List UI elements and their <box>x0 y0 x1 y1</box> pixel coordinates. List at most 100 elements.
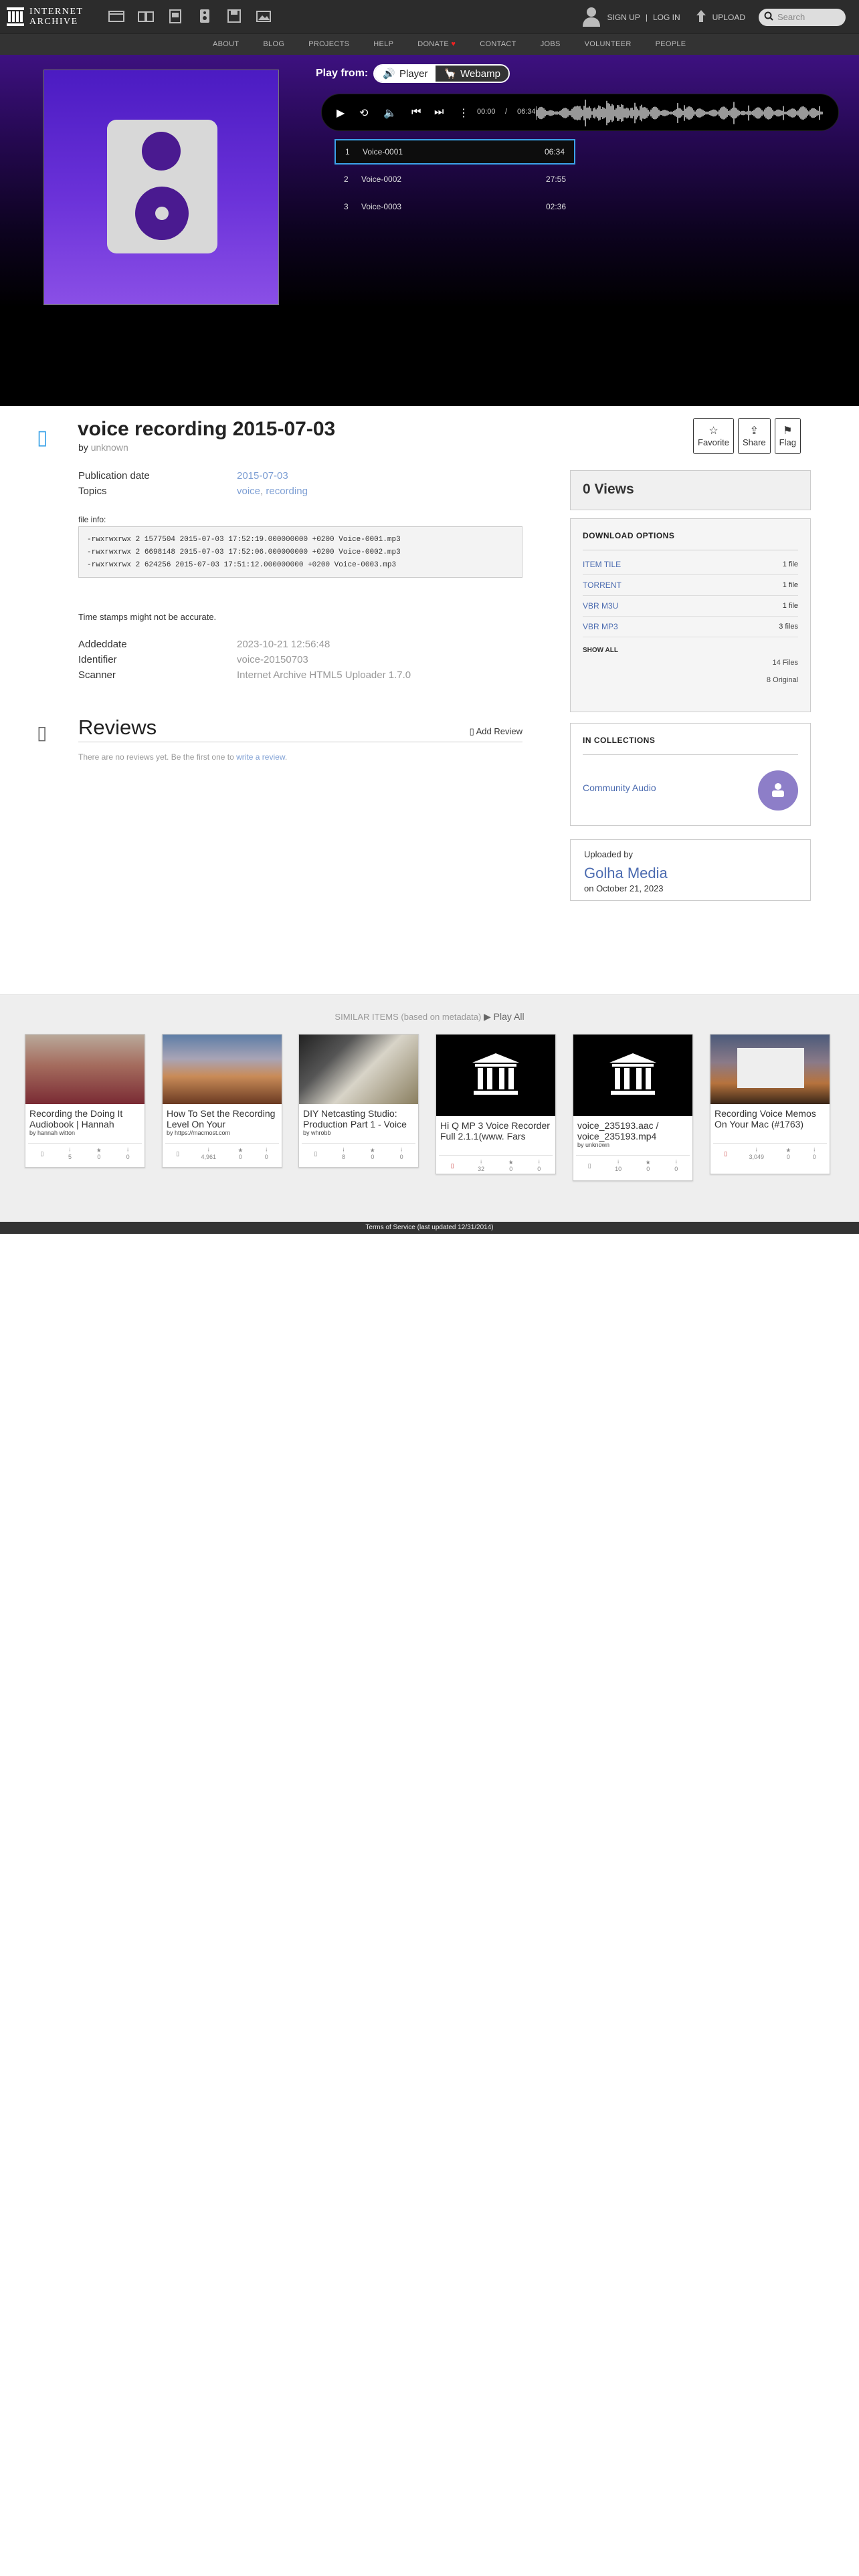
topic-link-recording[interactable]: recording <box>266 486 308 497</box>
audio-type-icon: ▯ <box>37 427 48 449</box>
flag-button[interactable]: ⚑ Flag <box>774 418 801 454</box>
player-toggle[interactable]: 🔊 Player 🦙 Webamp <box>373 64 510 83</box>
reviews-icon: ⁞ <box>675 1158 677 1166</box>
similar-item-title[interactable]: DIY Netcasting Studio: Production Part 1… <box>299 1104 418 1130</box>
playlist-track[interactable]: 3 Voice-0003 02:36 <box>335 194 575 219</box>
track-number: 1 <box>345 147 350 156</box>
download-vbr-mp3[interactable]: VBR MP3 <box>583 622 618 631</box>
audio-type-icon: ▯ <box>450 1162 454 1169</box>
nav-projects[interactable]: PROJECTS <box>296 40 361 48</box>
collection-thumbnail[interactable] <box>758 770 798 811</box>
views-icon: ⁞ <box>755 1146 757 1154</box>
nav-blog[interactable]: BLOG <box>251 40 296 48</box>
flag-label: Flag <box>779 437 796 447</box>
logo-line-1: INTERNET <box>29 7 84 17</box>
views-stat: ⁞ 5 <box>68 1147 72 1160</box>
audio-type-icon: ▯ <box>176 1150 180 1157</box>
uploader-link[interactable]: Golha Media <box>584 865 797 882</box>
similar-item-title[interactable]: Recording the Doing It Audiobook | Hanna… <box>25 1104 145 1130</box>
nav-jobs[interactable]: JOBS <box>529 40 573 48</box>
nav-people[interactable]: PEOPLE <box>644 40 698 48</box>
similar-item-title[interactable]: Recording Voice Memos On Your Mac (#1763… <box>710 1104 830 1130</box>
play-icon[interactable]: ▶ <box>337 106 345 120</box>
login-link[interactable]: LOG IN <box>653 13 680 22</box>
similar-item-tile[interactable]: Recording Voice Memos On Your Mac (#1763… <box>710 1034 830 1174</box>
similar-item-title[interactable]: Hi Q MP 3 Voice Recorder Full 2.1.1(www.… <box>436 1116 555 1142</box>
repeat-icon[interactable]: ⟲ <box>359 106 368 120</box>
add-review-link[interactable]: ▯ Add Review <box>470 726 522 737</box>
total-files: 14 Files <box>772 659 798 667</box>
internet-archive-logo[interactable]: INTERNET ARCHIVE <box>7 4 100 29</box>
nav-contact[interactable]: CONTACT <box>468 40 528 48</box>
pubdate-link[interactable]: 2015-07-03 <box>237 470 288 481</box>
reviews-heading: Reviews <box>78 716 157 739</box>
playlist-track[interactable]: 2 Voice-0002 27:55 <box>335 167 575 192</box>
nav-help[interactable]: HELP <box>361 40 405 48</box>
by-label: by <box>78 442 88 453</box>
download-vbr-m3u[interactable]: VBR M3U <box>583 601 618 611</box>
upload-icon[interactable] <box>695 9 707 25</box>
track-name: Voice-0002 <box>361 175 402 184</box>
signup-link[interactable]: SIGN UP <box>607 13 640 22</box>
archive-building-icon <box>7 7 24 26</box>
favorites-count: 0 <box>786 1153 790 1160</box>
download-options: DOWNLOAD OPTIONS ITEM TILE 1 file TORRENT… <box>570 518 811 712</box>
reviews-stat: ⁞ 0 <box>265 1147 268 1160</box>
search-input[interactable]: Search <box>759 8 846 26</box>
similar-item-tile[interactable]: Hi Q MP 3 Voice Recorder Full 2.1.1(www.… <box>436 1034 556 1174</box>
secondary-navigation: ABOUT BLOG PROJECTS HELP DONATE ♥ CONTAC… <box>0 33 859 55</box>
download-torrent[interactable]: TORRENT <box>583 580 622 590</box>
player-option[interactable]: 🔊 Player <box>375 66 436 82</box>
audio-icon[interactable] <box>195 7 214 25</box>
similar-item-tile[interactable]: How To Set the Recording Level On Your by… <box>162 1034 282 1168</box>
play-all-button[interactable]: ▶ Play All <box>484 1011 524 1022</box>
track-duration: 27:55 <box>545 175 566 184</box>
video-icon[interactable] <box>166 7 185 25</box>
track-name: Voice-0003 <box>361 202 402 211</box>
volume-icon[interactable]: 🔈 <box>383 106 397 120</box>
show-all-link[interactable]: SHOW ALL <box>583 647 798 654</box>
addeddate-label: Addeddate <box>78 639 127 650</box>
next-track-icon[interactable]: ⏭ <box>434 106 444 118</box>
download-item-tile[interactable]: ITEM TILE <box>583 560 621 569</box>
images-icon[interactable] <box>254 7 273 25</box>
webamp-option[interactable]: 🦙 Webamp <box>436 66 508 82</box>
nav-volunteer[interactable]: VOLUNTEER <box>573 40 644 48</box>
favorite-button[interactable]: ☆ Favorite <box>693 418 734 454</box>
upload-link[interactable]: UPLOAD <box>712 13 745 22</box>
download-count: 3 files <box>779 623 798 631</box>
web-icon[interactable] <box>107 7 126 25</box>
views-icon: ⁞ <box>69 1146 71 1154</box>
top-navigation-bar: INTERNET ARCHIVE SIGN UP | LOG IN UPLOAD … <box>0 0 859 33</box>
creator-link[interactable]: unknown <box>91 442 128 453</box>
texts-icon[interactable] <box>136 7 155 25</box>
favorites-stat: ★ 0 <box>237 1147 243 1160</box>
archive-placeholder-image <box>573 1035 692 1116</box>
similar-item-tile[interactable]: Recording the Doing It Audiobook | Hanna… <box>25 1034 145 1168</box>
similar-item-tile[interactable]: voice_235193.aac / voice_235193.mp4 by un… <box>573 1034 693 1181</box>
star-icon: ★ <box>785 1146 791 1154</box>
previous-track-icon[interactable]: ⏮ <box>411 106 421 118</box>
audio-type-icon: ▯ <box>724 1150 728 1157</box>
terms-footer[interactable]: Terms of Service (last updated 12/31/201… <box>0 1222 859 1234</box>
collection-link[interactable]: Community Audio <box>583 782 656 793</box>
playlist-track[interactable]: 1 Voice-0001 06:34 <box>335 139 575 165</box>
topic-link-voice[interactable]: voice <box>237 486 260 497</box>
similar-item-title[interactable]: How To Set the Recording Level On Your <box>163 1104 282 1130</box>
waveform-scrubber[interactable] <box>536 98 824 128</box>
item-thumbnail <box>43 70 279 305</box>
software-icon[interactable] <box>225 7 244 25</box>
nav-donate[interactable]: DONATE ♥ <box>405 40 468 48</box>
views-count: 8 <box>342 1153 346 1160</box>
more-options-icon[interactable]: ⋮ <box>458 106 469 120</box>
nav-about[interactable]: ABOUT <box>201 40 251 48</box>
similar-item-tile[interactable]: DIY Netcasting Studio: Production Part 1… <box>298 1034 419 1168</box>
write-review-link[interactable]: write a review <box>236 752 285 762</box>
similar-items: SIMILAR ITEMS (based on metadata) ▶ Play… <box>0 994 859 1222</box>
metadata-bottom: Addeddate 2023-10-21 12:56:48 Identifier v… <box>78 639 533 685</box>
reviews-count: 0 <box>537 1165 541 1172</box>
share-button[interactable]: ⇪ Share <box>737 418 771 454</box>
similar-item-stats: ▯ ⁞ 4,961 ★ 0 ⁞ 0 <box>165 1143 279 1163</box>
user-icon[interactable] <box>581 5 601 29</box>
similar-item-title[interactable]: voice_235193.aac / voice_235193.mp4 <box>573 1116 692 1142</box>
